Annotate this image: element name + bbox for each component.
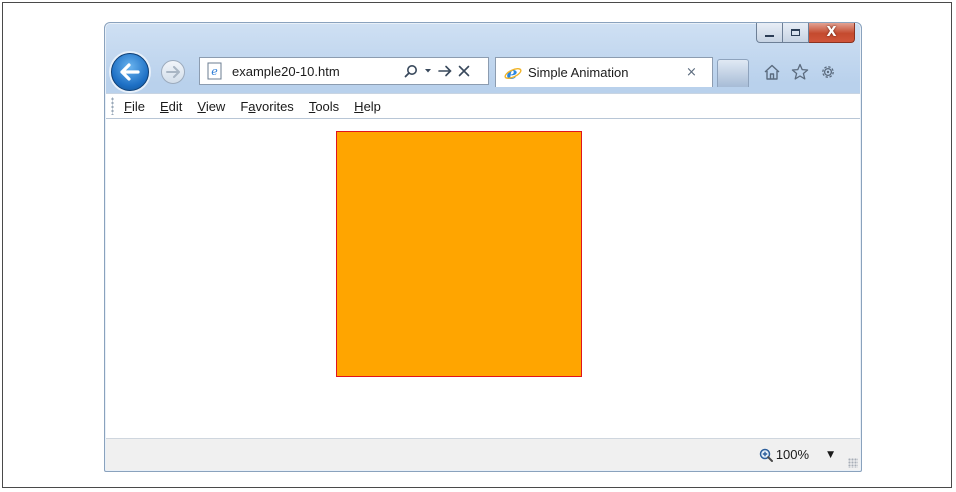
dropdown-icon[interactable] [424, 68, 432, 74]
page-icon: e [207, 62, 222, 80]
page-content [106, 119, 860, 438]
tab-close-icon[interactable]: × [686, 65, 697, 80]
caption-buttons: X [756, 23, 855, 43]
tab-simple-animation[interactable]: e Simple Animation × [495, 57, 713, 87]
minimize-button[interactable] [756, 23, 783, 43]
animated-box [336, 131, 582, 377]
tab-title: Simple Animation [528, 65, 629, 80]
address-url[interactable]: example20-10.htm [232, 64, 398, 79]
menu-view[interactable]: View [197, 99, 225, 114]
resize-grip[interactable] [848, 458, 858, 468]
new-tab-button[interactable] [717, 59, 749, 87]
search-icon[interactable] [404, 64, 418, 78]
menu-bar: File Edit View Favorites Tools Help [106, 93, 860, 119]
menu-file[interactable]: File [124, 99, 145, 114]
minimize-icon [765, 34, 774, 37]
forward-button[interactable] [161, 60, 185, 84]
svg-text:e: e [211, 65, 218, 78]
settings-gear-icon[interactable] [819, 63, 837, 81]
close-icon: X [826, 25, 837, 40]
zoom-icon[interactable] [759, 448, 773, 462]
status-bar: 100% ▼ [106, 438, 860, 470]
back-arrow-icon [120, 63, 140, 81]
close-window-button[interactable]: X [809, 23, 855, 43]
maximize-button[interactable] [783, 23, 809, 43]
go-arrow-icon[interactable] [438, 65, 452, 77]
command-icons [763, 63, 837, 81]
menu-edit[interactable]: Edit [160, 99, 182, 114]
maximize-icon [791, 29, 800, 36]
menu-help[interactable]: Help [354, 99, 381, 114]
address-tools [404, 64, 470, 78]
toolbar-grip[interactable] [111, 97, 114, 115]
stop-icon[interactable] [458, 65, 470, 77]
favorites-star-icon[interactable] [791, 63, 809, 81]
back-button[interactable] [111, 53, 149, 91]
menu-favorites[interactable]: Favorites [240, 99, 293, 114]
zoom-level[interactable]: 100% [776, 447, 809, 462]
ie-logo-icon: e [504, 64, 522, 82]
home-icon[interactable] [763, 63, 781, 81]
address-bar[interactable]: e example20-10.htm [199, 57, 489, 85]
forward-arrow-icon [166, 66, 180, 78]
menu-tools[interactable]: Tools [309, 99, 339, 114]
browser-window: X e example20-10.htm e Simple Animation … [104, 22, 862, 472]
zoom-dropdown-icon[interactable]: ▼ [827, 450, 834, 460]
